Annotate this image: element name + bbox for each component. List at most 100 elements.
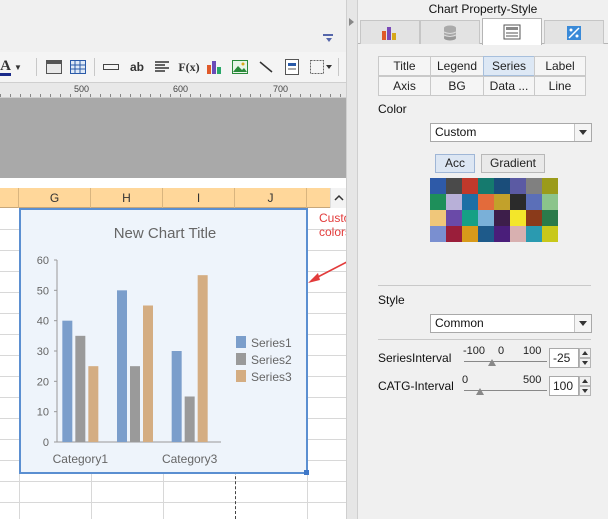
- resize-handle[interactable]: [304, 470, 309, 475]
- color-swatch[interactable]: [478, 226, 494, 242]
- tab-data-source[interactable]: [420, 20, 480, 44]
- color-swatch[interactable]: [462, 194, 478, 210]
- color-swatch[interactable]: [526, 226, 542, 242]
- ruler-tick: [40, 94, 41, 97]
- color-swatch[interactable]: [542, 210, 558, 226]
- bar: [197, 275, 208, 442]
- ruler-tick: [50, 94, 51, 97]
- color-swatch[interactable]: [478, 210, 494, 226]
- subtab-line[interactable]: Line: [534, 76, 586, 96]
- color-swatch[interactable]: [430, 210, 446, 226]
- table-style-button[interactable]: [44, 57, 64, 77]
- color-swatch[interactable]: [446, 210, 462, 226]
- column-header-g[interactable]: G: [19, 188, 91, 208]
- color-swatch[interactable]: [446, 226, 462, 242]
- style-select[interactable]: Common: [430, 314, 592, 333]
- text-button[interactable]: ab: [126, 57, 148, 77]
- textbox-button[interactable]: [101, 57, 121, 77]
- subtab-data[interactable]: Data ...: [483, 76, 535, 96]
- x-tick-label: Category1: [53, 452, 109, 466]
- color-swatch[interactable]: [542, 178, 558, 194]
- subtab-label[interactable]: Label: [534, 56, 586, 76]
- color-swatch[interactable]: [494, 226, 510, 242]
- chevron-down-icon[interactable]: [574, 124, 591, 141]
- color-swatch[interactable]: [462, 210, 478, 226]
- color-swatch[interactable]: [446, 194, 462, 210]
- color-swatch[interactable]: [494, 210, 510, 226]
- color-select[interactable]: Custom: [430, 123, 592, 142]
- subtab-series[interactable]: Series: [483, 56, 535, 76]
- spin-up-icon[interactable]: [579, 348, 591, 358]
- collapse-arrow-icon[interactable]: [349, 18, 354, 26]
- column-header-h[interactable]: H: [91, 188, 163, 208]
- tab-style[interactable]: [482, 18, 542, 45]
- color-swatch[interactable]: [494, 178, 510, 194]
- series-interval-input[interactable]: -25: [549, 348, 579, 368]
- ruler-tick: [10, 94, 11, 97]
- color-swatch[interactable]: [430, 194, 446, 210]
- spin-down-icon[interactable]: [579, 358, 591, 368]
- property-icon-tabs: [358, 18, 608, 45]
- catg-interval-spinner[interactable]: [579, 376, 591, 396]
- image-icon: [232, 60, 248, 74]
- subtab-legend[interactable]: Legend: [430, 56, 484, 76]
- panel-splitter[interactable]: [346, 0, 358, 519]
- series-interval-track[interactable]: [464, 361, 547, 362]
- subtab-title[interactable]: Title: [378, 56, 431, 76]
- color-swatch[interactable]: [462, 226, 478, 242]
- font-color-button[interactable]: A ▼: [0, 57, 22, 77]
- chart-object[interactable]: New Chart Title 0 10 20 30 40 50 60 Category1 C…: [19, 208, 309, 475]
- chevron-down-icon[interactable]: [574, 315, 591, 332]
- ruler-tick: [300, 94, 301, 97]
- series-interval-spinner[interactable]: [579, 348, 591, 368]
- subtab-axis[interactable]: Axis: [378, 76, 431, 96]
- color-swatch[interactable]: [510, 194, 526, 210]
- series-interval-thumb[interactable]: [488, 359, 496, 366]
- form-button[interactable]: [282, 57, 302, 77]
- column-header-i[interactable]: I: [163, 188, 235, 208]
- ruler-tick: [150, 94, 151, 97]
- tab-chart-type[interactable]: [360, 20, 420, 44]
- color-swatch[interactable]: [526, 210, 542, 226]
- page-top-margin: [0, 178, 346, 188]
- grid-button[interactable]: [68, 57, 88, 77]
- gradient-button[interactable]: Gradient: [481, 154, 545, 173]
- scroll-up-button[interactable]: [330, 188, 346, 208]
- spin-down-icon[interactable]: [579, 386, 591, 396]
- color-swatch[interactable]: [526, 194, 542, 210]
- color-swatch[interactable]: [446, 178, 462, 194]
- color-swatch[interactable]: [510, 226, 526, 242]
- acc-button[interactable]: Acc: [435, 154, 475, 173]
- color-swatch[interactable]: [430, 226, 446, 242]
- color-swatch[interactable]: [462, 178, 478, 194]
- ruler-tick: [200, 94, 201, 97]
- color-swatch[interactable]: [478, 178, 494, 194]
- chart-button[interactable]: [204, 57, 224, 77]
- tab-effects[interactable]: [544, 20, 604, 44]
- align-button[interactable]: [152, 57, 172, 77]
- color-swatch[interactable]: [478, 194, 494, 210]
- formula-button[interactable]: F(x): [177, 57, 201, 77]
- color-swatch[interactable]: [510, 178, 526, 194]
- color-swatch[interactable]: [494, 194, 510, 210]
- ruler-tick: [280, 94, 281, 97]
- catg-interval-thumb[interactable]: [476, 388, 484, 395]
- spin-up-icon[interactable]: [579, 376, 591, 386]
- ruler-tick: [70, 94, 71, 97]
- subtab-bg[interactable]: BG: [430, 76, 484, 96]
- color-swatch[interactable]: [542, 226, 558, 242]
- color-select-value: Custom: [435, 125, 477, 139]
- color-swatch[interactable]: [526, 178, 542, 194]
- toolbar-expand-icon[interactable]: [322, 32, 338, 46]
- color-swatch[interactable]: [542, 194, 558, 210]
- ruler-tick: [90, 94, 91, 97]
- line-draw-button[interactable]: [256, 57, 276, 77]
- color-swatch[interactable]: [510, 210, 526, 226]
- border-button[interactable]: [309, 57, 333, 77]
- column-header-partial[interactable]: [0, 188, 19, 208]
- ruler-tick: [30, 94, 31, 97]
- color-swatch[interactable]: [430, 178, 446, 194]
- catg-interval-input[interactable]: 100: [549, 376, 579, 396]
- image-button[interactable]: [230, 57, 250, 77]
- column-header-j[interactable]: J: [235, 188, 307, 208]
